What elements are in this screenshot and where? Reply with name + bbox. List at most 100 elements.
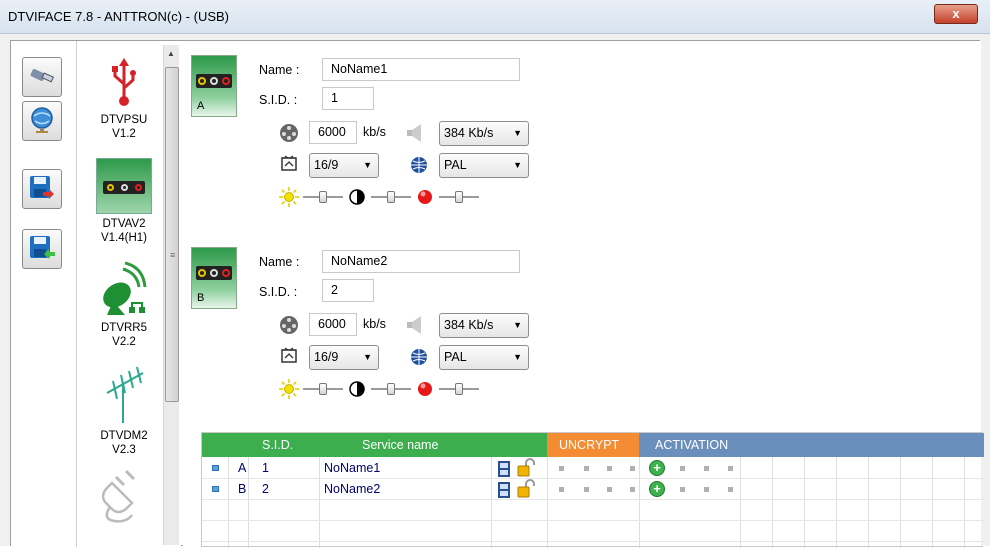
aspect-select[interactable]: 16/9 ▼	[309, 153, 379, 178]
audio-rate-value: 384 Kb/s	[444, 318, 494, 332]
name-label: Name :	[259, 255, 300, 269]
save-import-button[interactable]	[22, 229, 62, 269]
chevron-down-icon: ▼	[513, 320, 522, 330]
header-activation-section: ACTIVATION	[639, 433, 984, 457]
device-name: DTVDM2	[100, 430, 148, 442]
film-reel-icon	[279, 315, 299, 335]
close-button[interactable]: x	[934, 4, 978, 24]
name-label: Name :	[259, 63, 300, 77]
audio-rate-select[interactable]: 384 Kb/s ▼	[439, 313, 529, 338]
aspect-ratio-icon	[279, 153, 299, 173]
add-activation-icon[interactable]: +	[649, 481, 665, 497]
sid-field[interactable]: 2	[322, 279, 374, 302]
network-globe-icon	[29, 106, 55, 137]
sid-label: S.I.D. :	[259, 93, 298, 107]
av-module-icon	[85, 157, 163, 215]
row-letter: A	[238, 461, 247, 475]
device-item-dtvdm2[interactable]: DTVDM2 V2.3	[85, 361, 163, 457]
usb-connection-button[interactable]	[22, 57, 62, 97]
bitrate-field[interactable]: 6000	[309, 313, 357, 336]
network-button[interactable]	[22, 101, 62, 141]
bitrate-unit: kb/s	[363, 125, 386, 139]
channel-badge: A	[191, 55, 237, 117]
color-saturation-icon	[415, 187, 435, 207]
saturation-slider[interactable]	[439, 190, 479, 204]
device-name: DTVAV2	[102, 218, 146, 230]
color-saturation-icon	[415, 379, 435, 399]
table-row[interactable]: A 1 NoName1 +	[202, 458, 984, 479]
sid-field[interactable]: 1	[322, 87, 374, 110]
table-row[interactable]: B 2 NoName2 +	[202, 479, 984, 500]
rca-connector-icon	[196, 266, 232, 280]
device-item-dtvpsu[interactable]: DTVPSU V1.2	[85, 53, 163, 141]
unlock-icon[interactable]	[516, 458, 536, 478]
brightness-icon	[279, 379, 299, 399]
device-version: V2.3	[112, 444, 136, 456]
contrast-slider[interactable]	[371, 382, 411, 396]
chevron-down-icon: ▼	[363, 352, 372, 362]
audio-rate-value: 384 Kb/s	[444, 126, 494, 140]
standard-select[interactable]: PAL ▼	[439, 345, 529, 370]
add-activation-icon[interactable]: +	[649, 460, 665, 476]
header-uncrypt-section: UNCRYPT	[547, 433, 639, 457]
bitrate-field[interactable]: 6000	[309, 121, 357, 144]
scroll-grip-icon: ≡	[170, 250, 176, 260]
header-activation: ACTIVATION	[655, 438, 729, 452]
film-strip-icon[interactable]	[494, 480, 514, 500]
device-version: V1.4(H1)	[100, 232, 148, 244]
brightness-slider[interactable]	[303, 382, 343, 396]
client-area: DTVPSU V1.2 DTVAV2 V1.4(H1) DTVRR5 V2.2 …	[10, 40, 984, 548]
scroll-up-icon[interactable]: ▲	[167, 49, 175, 58]
brightness-icon	[279, 187, 299, 207]
channel-block-a: A Name : NoName1 S.I.D. : 1 6000 kb/s 38…	[183, 41, 543, 211]
saturation-slider[interactable]	[439, 382, 479, 396]
row-marker-icon	[212, 465, 219, 471]
name-field[interactable]: NoName2	[322, 250, 520, 273]
aspect-value: 16/9	[314, 158, 339, 172]
channel-block-b: B Name : NoName2 S.I.D. : 2 6000 kb/s 38…	[183, 233, 543, 403]
main-panel: A Name : NoName1 S.I.D. : 1 6000 kb/s 38…	[183, 41, 984, 548]
sid-label: S.I.D. :	[259, 285, 298, 299]
standard-select[interactable]: PAL ▼	[439, 153, 529, 178]
brightness-slider[interactable]	[303, 190, 343, 204]
header-uncrypt: UNCRYPT	[559, 438, 620, 452]
chevron-down-icon: ▼	[513, 352, 522, 362]
save-export-icon	[28, 174, 56, 205]
device-name: DTVRR5	[100, 322, 147, 334]
film-strip-icon[interactable]	[494, 459, 514, 479]
device-item-dtvav2[interactable]: DTVAV2 V1.4(H1)	[85, 157, 163, 245]
row-marker-icon	[212, 486, 219, 492]
standard-value: PAL	[444, 350, 467, 364]
device-item-dtvrr5[interactable]: DTVRR5 V2.2	[85, 259, 163, 349]
save-import-icon	[28, 234, 56, 265]
plug-icon	[85, 467, 163, 527]
aspect-value: 16/9	[314, 350, 339, 364]
device-item-plug[interactable]	[85, 467, 163, 529]
aspect-ratio-icon	[279, 345, 299, 365]
name-field[interactable]: NoName1	[322, 58, 520, 81]
row-sid: 1	[262, 461, 269, 475]
channel-letter: B	[197, 292, 205, 304]
device-list-scrollbar[interactable]: ▲ ≡	[163, 45, 179, 545]
save-export-button[interactable]	[22, 169, 62, 209]
contrast-icon	[347, 379, 367, 399]
usb-connection-icon	[29, 65, 55, 90]
film-reel-icon	[279, 123, 299, 143]
rca-connector-icon	[196, 74, 232, 88]
channel-badge: B	[191, 247, 237, 309]
aspect-select[interactable]: 16/9 ▼	[309, 345, 379, 370]
header-sid: S.I.D.	[262, 438, 294, 452]
window-title: DTVIFACE 7.8 - ANTTRON(c) - (USB)	[8, 9, 230, 24]
usb-icon	[85, 53, 163, 111]
device-version: V2.2	[112, 336, 136, 348]
contrast-slider[interactable]	[371, 190, 411, 204]
antenna-icon	[85, 361, 163, 427]
scroll-thumb[interactable]: ≡	[165, 67, 179, 402]
chevron-down-icon: ▼	[513, 160, 522, 170]
unlock-icon[interactable]	[516, 479, 536, 499]
row-service-name: NoName1	[324, 461, 381, 475]
service-table: S.I.D. Service name UNCRYPT ACTIVATION A…	[201, 432, 984, 548]
table-row-empty[interactable]	[202, 521, 984, 542]
audio-rate-select[interactable]: 384 Kb/s ▼	[439, 121, 529, 146]
table-row-empty[interactable]	[202, 500, 984, 521]
